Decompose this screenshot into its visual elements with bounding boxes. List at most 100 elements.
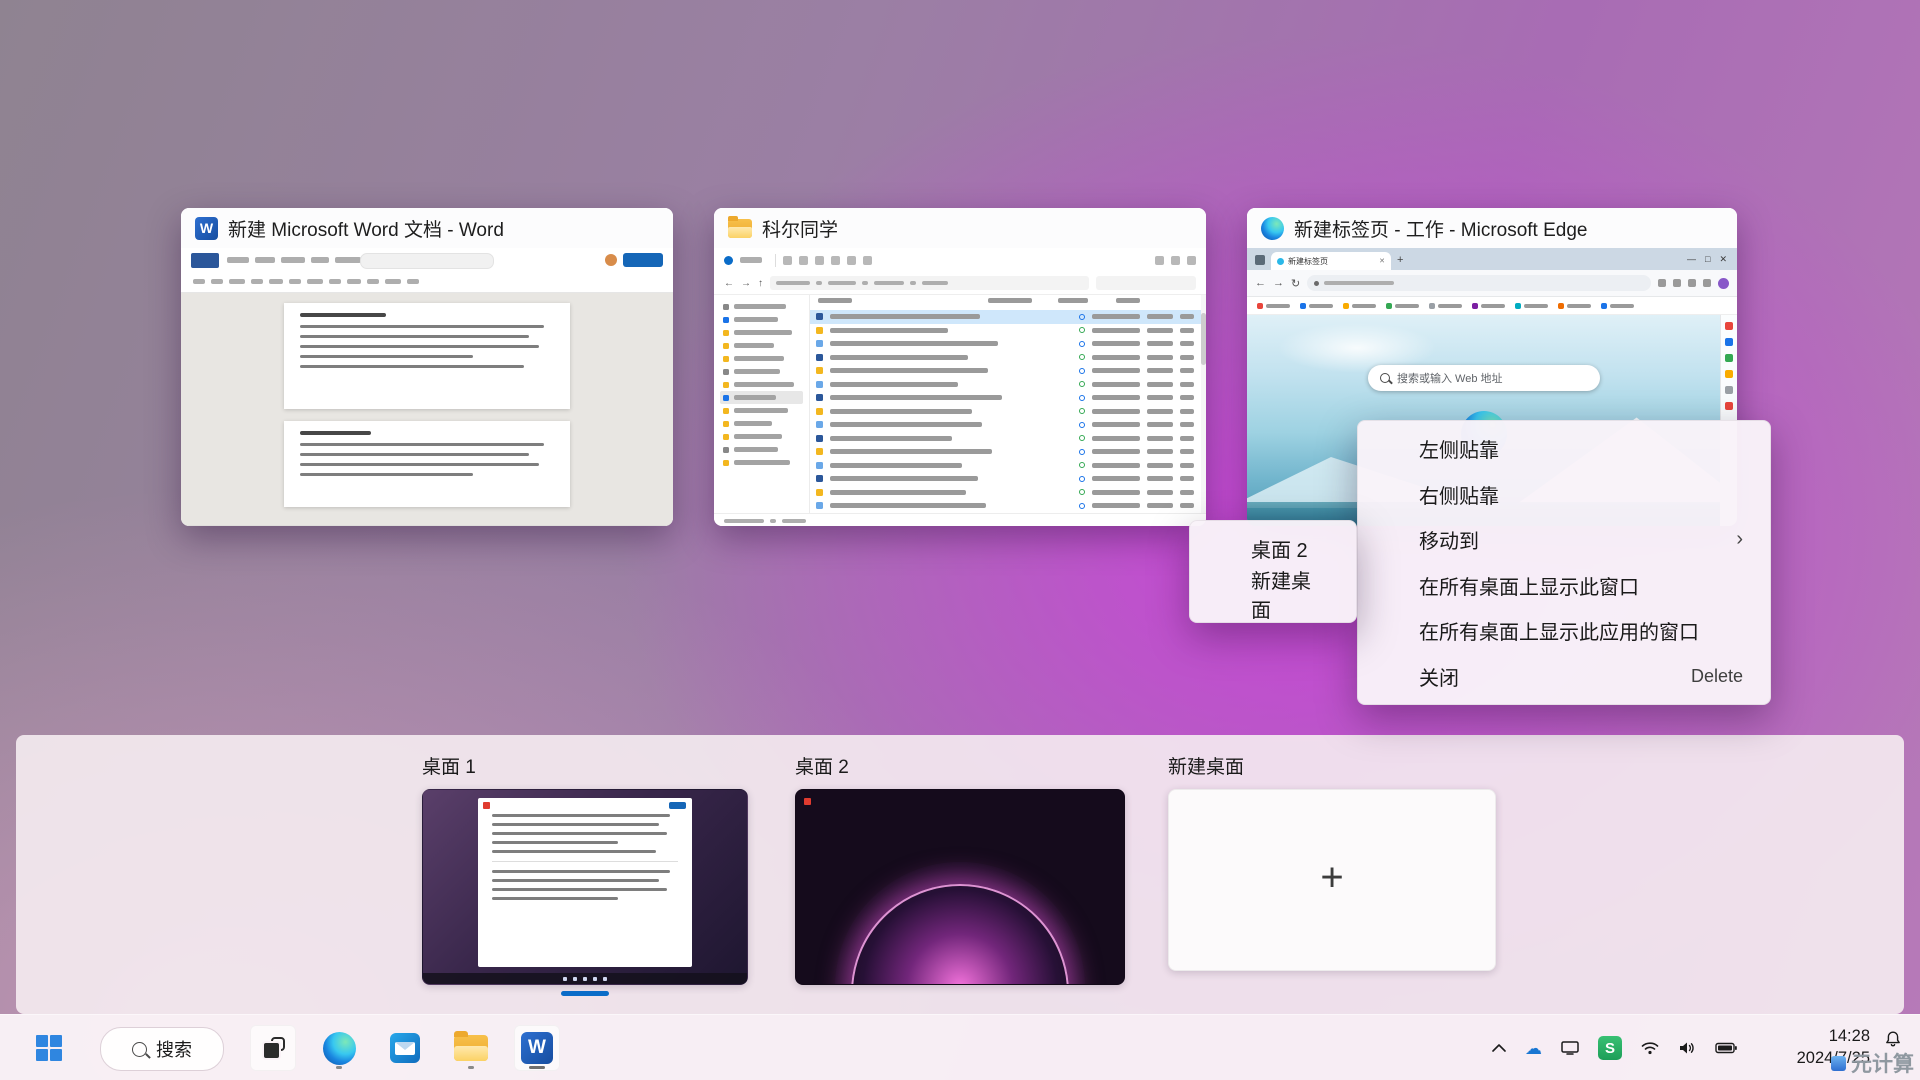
onedrive-tray-button[interactable]: ☁ [1522,1037,1545,1060]
decor [810,337,1206,351]
decor [816,394,823,401]
wifi-button[interactable] [1638,1038,1662,1058]
taskbar-search[interactable]: 搜索 [100,1027,224,1071]
decor [728,227,752,238]
decor [734,460,790,465]
decor [1147,476,1173,481]
decor [193,279,205,284]
decor [810,459,1206,473]
decor [816,313,823,320]
word-taskbar-button[interactable]: W [514,1025,560,1071]
decor [816,421,823,428]
move-to-submenu: 桌面 2 新建桌面 [1189,520,1357,623]
decor [723,382,729,388]
outlook-icon [390,1033,420,1063]
decor [36,1035,48,1047]
decor [1395,304,1419,308]
decor [720,339,803,352]
desktop-2-label[interactable]: 桌面 2 [795,752,849,779]
decor [1180,409,1194,414]
decor [1079,381,1085,387]
submenu-item-new-desktop[interactable]: 新建桌面 [1195,572,1351,618]
decor [734,421,772,426]
decor [1147,382,1173,387]
active-tab: 新建标签页 ✕ [1271,252,1391,270]
decor [816,408,823,415]
decor [830,409,972,414]
decor [1092,314,1140,319]
watermark-icon [1831,1056,1846,1071]
decor [1092,382,1140,387]
decor [1079,462,1085,468]
task-view-button[interactable] [250,1025,296,1071]
decor [1079,435,1085,441]
breadcrumb-segments [776,278,954,289]
file-explorer-taskbar-button[interactable] [448,1025,494,1071]
decor [1438,304,1462,308]
start-button[interactable] [26,1025,72,1071]
decor [1079,408,1085,414]
decor [227,257,249,263]
menu-item-snap-right[interactable]: 右侧贴靠 [1363,472,1765,518]
desktop-1-thumbnail[interactable] [422,789,748,985]
edge-taskbar-button[interactable] [316,1025,362,1071]
desktop-2-thumbnail[interactable] [795,789,1125,985]
volume-button[interactable] [1675,1038,1699,1058]
decor [229,279,245,284]
decor [720,365,803,378]
word-window-titlebar: W 新建 Microsoft Word 文档 - Word [181,208,673,248]
decor [723,460,729,466]
task-view-icon [262,1037,285,1060]
decor [734,317,778,322]
menu-item-snap-left[interactable]: 左侧贴靠 [1363,426,1765,472]
decor [720,378,803,391]
decor [830,355,968,360]
new-desktop-label[interactable]: 新建桌面 [1168,752,1244,779]
decor [335,257,361,263]
decor [810,418,1206,432]
wifi-icon [1641,1041,1659,1055]
column-headers [810,298,1206,308]
decor [818,298,852,303]
plus-icon: + [1320,856,1343,901]
minimize-icon: — [1687,254,1696,265]
menu-item-label: 桌面 2 [1251,534,1308,563]
desktop-1-label[interactable]: 桌面 1 [422,752,476,779]
menu-item-close[interactable]: 关闭 Delete [1363,654,1765,700]
decor [1558,303,1564,309]
decor [810,445,1206,459]
outlook-taskbar-button[interactable] [382,1025,428,1071]
new-desktop-button[interactable]: + [1168,789,1496,971]
decor [828,281,856,285]
tray-chevron-button[interactable] [1489,1041,1509,1055]
doc-lines [492,870,678,900]
decor [1147,409,1173,414]
sogou-input-button[interactable]: S [1595,1033,1625,1063]
decor [720,443,803,456]
cast-tray-button[interactable] [1558,1038,1582,1058]
decor [492,870,670,873]
menu-item-show-app-windows-all-desktops[interactable]: 在所有桌面上显示此应用的窗口 [1363,608,1765,654]
decor [810,499,1206,513]
decor [1648,1051,1651,1054]
decor [723,447,729,453]
decor [1324,281,1394,285]
decor [300,453,529,456]
menu-item-move-to[interactable]: 移动到 › [1363,517,1765,563]
decor [311,257,329,263]
desktop-1-word-window [478,798,692,967]
word-status-bar [181,525,673,526]
window-thumbnail-word[interactable]: W 新建 Microsoft Word 文档 - Word [181,208,673,526]
decor [723,343,729,349]
edge-icon [1261,217,1284,240]
new-label [740,251,768,269]
decor [776,281,810,285]
word-document-area [181,293,673,525]
watermark-text: 元计算 [1851,1048,1914,1078]
window-thumbnail-explorer[interactable]: 科尔同学 ← → ↑ [714,208,1206,526]
decor [1567,304,1591,308]
menu-item-show-window-all-desktops[interactable]: 在所有桌面上显示此窗口 [1363,563,1765,609]
decor [810,378,1206,392]
battery-button[interactable] [1712,1039,1740,1057]
search-label: 搜索 [156,1036,192,1062]
